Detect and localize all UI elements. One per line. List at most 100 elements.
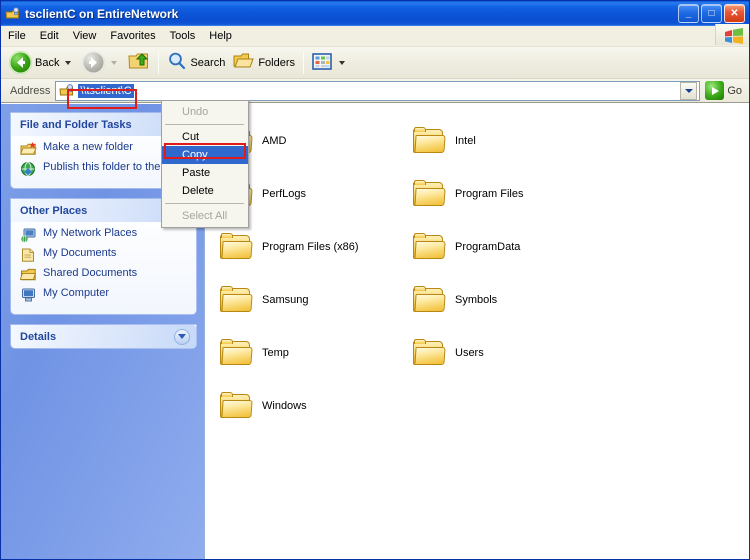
address-bar: Address \\tsclient\C Go bbox=[1, 79, 749, 103]
context-menu-item-select-all: Select All bbox=[182, 210, 228, 222]
folder-name: Users bbox=[455, 346, 484, 359]
my-computer-icon bbox=[20, 287, 37, 303]
close-button[interactable]: ✕ bbox=[724, 4, 745, 23]
publish-web-icon bbox=[20, 161, 37, 177]
address-label: Address bbox=[10, 84, 51, 97]
address-input[interactable]: \\tsclient\C bbox=[55, 80, 701, 101]
menu-favorites[interactable]: Favorites bbox=[103, 28, 162, 44]
chevron-down-icon bbox=[178, 334, 186, 339]
shared-documents-icon bbox=[19, 267, 37, 283]
folder-icon bbox=[413, 286, 446, 313]
folder-list[interactable]: AMD Intel PerfLogs Program Files Program… bbox=[204, 104, 749, 559]
place-my-computer[interactable]: My Computer bbox=[20, 287, 190, 303]
folder-icon bbox=[413, 233, 446, 260]
minimize-button[interactable]: _ bbox=[678, 4, 699, 23]
folder-icon bbox=[220, 392, 253, 419]
address-dropdown-button[interactable] bbox=[680, 81, 698, 100]
folder-icon bbox=[413, 180, 446, 207]
toolbar-separator-1 bbox=[158, 51, 160, 74]
folder-name: Program Files bbox=[455, 187, 524, 200]
folder-item[interactable]: Intel bbox=[408, 114, 601, 167]
up-folder-icon bbox=[128, 51, 150, 74]
context-menu-separator bbox=[165, 203, 244, 204]
new-folder-icon bbox=[19, 141, 37, 157]
place-my-documents[interactable]: My Documents bbox=[20, 247, 190, 263]
explorer-window: tsclientC on EntireNetwork _ □ ✕ File Ed… bbox=[0, 0, 750, 560]
folders-label: Folders bbox=[258, 56, 296, 69]
folder-item[interactable]: Temp bbox=[215, 326, 408, 379]
window-controls: _ □ ✕ bbox=[678, 4, 745, 23]
folders-button[interactable]: Folders bbox=[229, 50, 299, 76]
context-menu-item-delete[interactable]: Delete bbox=[162, 182, 248, 200]
maximize-button[interactable]: □ bbox=[701, 4, 722, 23]
folder-icon bbox=[413, 339, 446, 366]
place-label: My Documents bbox=[43, 247, 117, 259]
explorer-body: File and Folder Tasks Make a new folder … bbox=[1, 103, 749, 559]
up-button[interactable] bbox=[124, 50, 154, 76]
context-menu-item-copy[interactable]: Copy bbox=[162, 146, 248, 164]
menu-file[interactable]: File bbox=[1, 28, 33, 44]
folder-name: Windows bbox=[262, 399, 307, 412]
menu-tools[interactable]: Tools bbox=[163, 28, 203, 44]
place-label: My Network Places bbox=[43, 227, 138, 239]
window-title: tsclientC on EntireNetwork bbox=[25, 6, 179, 21]
folder-name: Temp bbox=[262, 346, 289, 359]
address-value[interactable]: \\tsclient\C bbox=[78, 83, 134, 98]
context-menu-item-paste[interactable]: Paste bbox=[162, 164, 248, 182]
views-button[interactable] bbox=[308, 50, 352, 76]
folder-icon bbox=[220, 339, 253, 366]
panel-title: Details bbox=[20, 330, 57, 343]
search-button[interactable]: Search bbox=[163, 50, 229, 76]
folder-icon bbox=[220, 233, 253, 260]
context-menu-item-cut[interactable]: Cut bbox=[162, 128, 248, 146]
menu-bar: File Edit View Favorites Tools Help bbox=[1, 24, 749, 47]
folder-item[interactable]: Samsung bbox=[215, 273, 408, 326]
edit-context-menu: Undo Cut Copy Paste Delete Select All bbox=[161, 100, 249, 228]
folder-item[interactable]: Symbols bbox=[408, 273, 601, 326]
menu-help[interactable]: Help bbox=[202, 28, 239, 44]
folder-grid: AMD Intel PerfLogs Program Files Program… bbox=[205, 104, 749, 432]
toolbar-separator-2 bbox=[303, 51, 305, 74]
panel-title: Other Places bbox=[20, 204, 88, 217]
back-button[interactable]: Back bbox=[5, 50, 78, 76]
back-arrow-icon bbox=[9, 51, 32, 74]
place-my-network-places[interactable]: My Network Places bbox=[20, 227, 190, 243]
title-bar: tsclientC on EntireNetwork _ □ ✕ bbox=[1, 1, 749, 26]
folder-name: Samsung bbox=[262, 293, 309, 306]
folders-icon bbox=[233, 52, 255, 74]
panel-title: File and Folder Tasks bbox=[20, 118, 132, 131]
folder-name: ProgramData bbox=[455, 240, 521, 253]
network-folder-icon bbox=[5, 6, 21, 22]
expand-toggle-button[interactable] bbox=[174, 328, 190, 345]
context-menu-item-undo: Undo bbox=[182, 106, 209, 118]
search-label: Search bbox=[190, 56, 226, 69]
panel-details: Details bbox=[11, 325, 196, 348]
views-icon bbox=[312, 52, 333, 74]
forward-arrow-icon bbox=[82, 51, 106, 74]
folder-item[interactable]: ProgramData bbox=[408, 220, 601, 273]
back-dropdown-icon[interactable] bbox=[65, 60, 72, 65]
folder-icon bbox=[220, 286, 253, 313]
folder-name: Program Files (x86) bbox=[262, 240, 359, 253]
place-shared-documents[interactable]: Shared Documents bbox=[19, 267, 190, 283]
go-button[interactable]: Go bbox=[700, 81, 746, 100]
folder-name: Intel bbox=[455, 134, 476, 147]
network-places-icon bbox=[20, 227, 37, 243]
folder-item[interactable]: Windows bbox=[215, 379, 408, 432]
panel-header[interactable]: Details bbox=[11, 325, 196, 348]
chevron-down-icon bbox=[684, 88, 693, 93]
my-documents-icon bbox=[20, 247, 37, 263]
panel-body: My Network Places My Documents Shared Do… bbox=[11, 222, 196, 314]
forward-button bbox=[78, 50, 124, 76]
folder-name: AMD bbox=[262, 134, 287, 147]
forward-dropdown-icon bbox=[111, 60, 118, 65]
windows-flag-icon bbox=[723, 28, 745, 45]
toolbar: Back Search Folders bbox=[1, 47, 749, 79]
menu-edit[interactable]: Edit bbox=[33, 28, 66, 44]
views-dropdown-icon[interactable] bbox=[339, 60, 346, 65]
menu-view[interactable]: View bbox=[66, 28, 104, 44]
folder-item[interactable]: Users bbox=[408, 326, 601, 379]
go-arrow-icon bbox=[705, 81, 725, 100]
context-menu-separator bbox=[165, 124, 244, 125]
folder-item[interactable]: Program Files bbox=[408, 167, 601, 220]
